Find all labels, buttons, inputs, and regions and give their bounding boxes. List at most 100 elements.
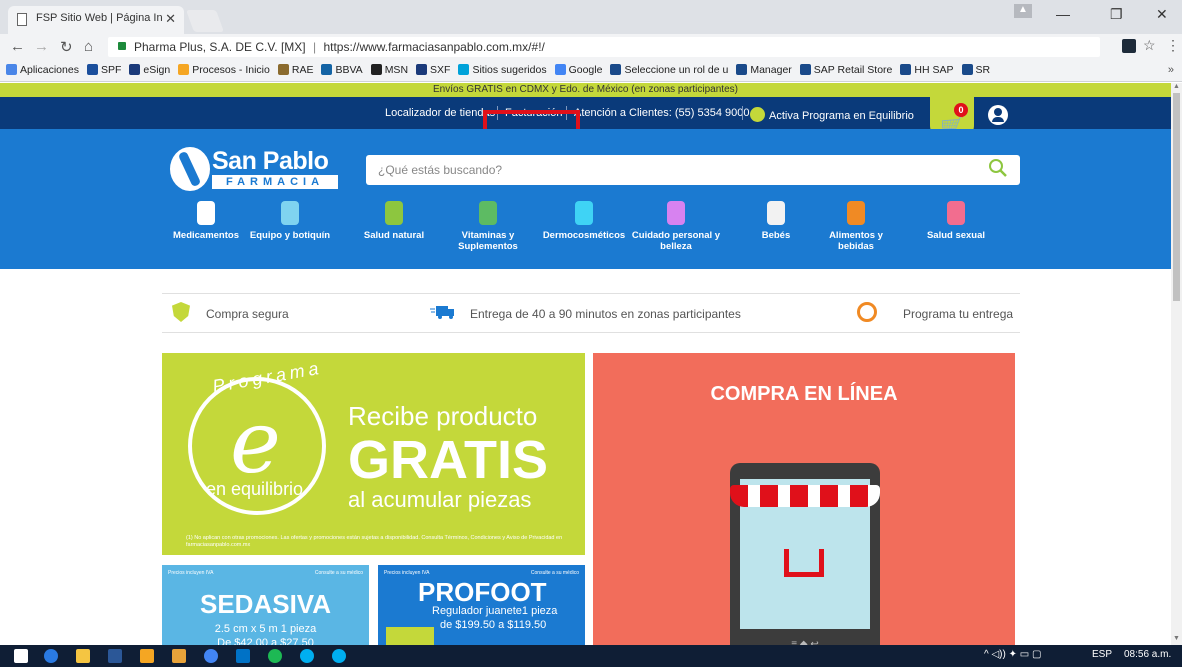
- bookmark-item[interactable]: HH SAP: [900, 64, 954, 76]
- category-item[interactable]: Bebés: [730, 201, 822, 241]
- sedasiva-promo-tile[interactable]: Precios incluyen IVA Consulte a su médic…: [162, 565, 369, 645]
- product-price: De $42.00 a $27.50: [217, 637, 314, 645]
- bookmark-item[interactable]: Seleccione un rol de u: [610, 64, 728, 76]
- language-indicator[interactable]: ESP: [1092, 649, 1112, 660]
- file-explorer-icon[interactable]: [76, 649, 90, 663]
- profoot-promo-tile[interactable]: Precios incluyen IVA Consulte a su médic…: [378, 565, 585, 645]
- category-item[interactable]: Cuidado personal y belleza: [630, 201, 722, 252]
- category-icon: [197, 201, 215, 225]
- search-input[interactable]: ¿Qué estás buscando?: [366, 155, 1020, 185]
- chrome-icon[interactable]: [204, 649, 218, 663]
- category-item[interactable]: Equipo y botiquín: [244, 201, 336, 241]
- secure-purchase-text: Compra segura: [206, 307, 289, 321]
- category-item[interactable]: Salud sexual: [910, 201, 1002, 241]
- category-item[interactable]: Medicamentos: [160, 201, 252, 241]
- bookmark-item[interactable]: Sitios sugeridos: [458, 64, 547, 76]
- bookmark-icon: [961, 64, 973, 75]
- doctor-note: Consulte a su médico: [314, 570, 363, 576]
- minimize-icon[interactable]: —: [1056, 6, 1070, 22]
- back-icon[interactable]: ←: [10, 38, 25, 55]
- bookmark-item[interactable]: Manager: [736, 64, 792, 76]
- category-item[interactable]: Vitaminas y Suplementos: [442, 201, 534, 252]
- window-close-icon[interactable]: ✕: [1156, 6, 1168, 23]
- profile-icon[interactable]: ▲: [1014, 4, 1032, 18]
- bookmark-item[interactable]: eSign: [129, 64, 170, 76]
- lock-icon: [118, 42, 126, 50]
- account-icon[interactable]: [988, 105, 1008, 125]
- schedule-delivery-text[interactable]: Programa tu entrega: [903, 307, 1013, 321]
- store-locator-link[interactable]: Localizador de tiendas: [385, 107, 495, 119]
- extension-icon[interactable]: [1122, 39, 1136, 53]
- promo-bar: Envíos GRATIS en CDMX y Edo. de México (…: [0, 83, 1171, 97]
- bookmark-item[interactable]: Procesos - Inicio: [178, 64, 270, 76]
- bookmark-item[interactable]: BBVA: [321, 64, 363, 76]
- cart-count-badge: 0: [954, 103, 968, 117]
- product-price: de $199.50 a $119.50: [440, 619, 547, 631]
- bookmark-item[interactable]: Google: [554, 64, 602, 76]
- en-equilibrio-text: en equilibrio: [206, 479, 304, 499]
- address-row: ← → ↻ ⌂ Pharma Plus, S.A. DE C.V. [MX] |…: [0, 34, 1182, 60]
- scroll-down-icon[interactable]: ▼: [1173, 635, 1180, 642]
- new-tab-button[interactable]: [185, 10, 225, 32]
- category-icon: [385, 201, 403, 225]
- online-shopping-banner[interactable]: COMPRA EN LÍNEA ≡ ◆ ↩: [593, 353, 1015, 645]
- bookmark-icon: [6, 64, 17, 75]
- bookmark-item[interactable]: Aplicaciones: [6, 64, 79, 76]
- edge-icon[interactable]: [44, 649, 58, 663]
- scroll-thumb[interactable]: [1173, 93, 1180, 301]
- bookmark-icon: [277, 64, 289, 75]
- iva-note: Precios incluyen IVA: [168, 570, 214, 576]
- bookmark-item[interactable]: SAP Retail Store: [799, 64, 892, 76]
- menu-icon[interactable]: ⋮: [1166, 37, 1180, 54]
- category-item[interactable]: Alimentos y bebidas: [810, 201, 902, 252]
- san-pablo-logo[interactable]: San Pablo FARMACIA: [170, 147, 340, 191]
- category-item[interactable]: Dermocosméticos: [538, 201, 630, 241]
- forward-icon[interactable]: →: [34, 38, 49, 55]
- bookmark-label: Procesos - Inicio: [192, 64, 270, 76]
- address-bar[interactable]: Pharma Plus, S.A. DE C.V. [MX] | https:/…: [108, 37, 1100, 57]
- skype-icon[interactable]: [300, 649, 314, 663]
- category-label: Equipo y botiquín: [249, 230, 331, 241]
- equilibrio-banner[interactable]: Programa e en equilibrio Recibe producto…: [162, 353, 585, 555]
- bookmark-item[interactable]: SPF: [86, 64, 121, 76]
- bookmark-icon: [799, 64, 811, 75]
- windows-start-icon[interactable]: [14, 649, 28, 663]
- category-icon: [667, 201, 685, 225]
- bookmark-icon: [86, 64, 98, 75]
- bookmark-label: Manager: [750, 64, 792, 76]
- outlook-icon[interactable]: [108, 649, 122, 663]
- product-name: SEDASIVA: [200, 589, 331, 619]
- equilibrio-icon: [750, 107, 765, 122]
- app-icon[interactable]: [172, 649, 186, 663]
- spotify-icon[interactable]: [268, 649, 282, 663]
- outlook-icon[interactable]: [236, 649, 250, 663]
- bookmark-star-icon[interactable]: ☆: [1143, 37, 1156, 54]
- category-item[interactable]: Salud natural: [348, 201, 440, 241]
- bookmarks-overflow-icon[interactable]: »: [1168, 64, 1174, 76]
- iva-note: Precios incluyen IVA: [384, 570, 430, 576]
- bookmark-label: eSign: [143, 64, 171, 76]
- tab-close-icon[interactable]: ✕: [165, 11, 176, 27]
- category-label: Bebés: [761, 230, 791, 241]
- page-scrollbar[interactable]: ▲ ▼: [1171, 83, 1182, 645]
- program-link[interactable]: Activa Programa en Equilibrio: [750, 107, 914, 122]
- clock[interactable]: 08:56 a.m.: [1124, 649, 1171, 660]
- scroll-up-icon[interactable]: ▲: [1173, 83, 1180, 90]
- skype-icon[interactable]: [332, 649, 346, 663]
- home-icon[interactable]: ⌂: [84, 38, 93, 55]
- browser-tabstrip: FSP Sitio Web | Página In ✕ ▲ — ❐ ✕: [0, 0, 1182, 34]
- category-icon: [479, 201, 497, 225]
- bookmark-item[interactable]: SR: [961, 64, 990, 76]
- category-label: Dermocosméticos: [542, 230, 626, 241]
- bookmark-item[interactable]: SXF: [416, 64, 450, 76]
- app-icon[interactable]: [140, 649, 154, 663]
- bookmark-item[interactable]: RAE: [277, 64, 313, 76]
- bookmark-item[interactable]: MSN: [370, 64, 408, 76]
- restore-icon[interactable]: ❐: [1110, 6, 1123, 23]
- search-icon[interactable]: [988, 158, 1008, 178]
- customer-service-link[interactable]: Atención a Clientes: (55) 5354 9000: [574, 107, 750, 119]
- system-tray-icons[interactable]: ^ ◁)) ✦ ▭ ▢: [984, 649, 1041, 660]
- browser-tab[interactable]: FSP Sitio Web | Página In ✕: [8, 6, 184, 34]
- gratis-text: GRATIS: [348, 430, 548, 490]
- reload-icon[interactable]: ↻: [60, 38, 73, 56]
